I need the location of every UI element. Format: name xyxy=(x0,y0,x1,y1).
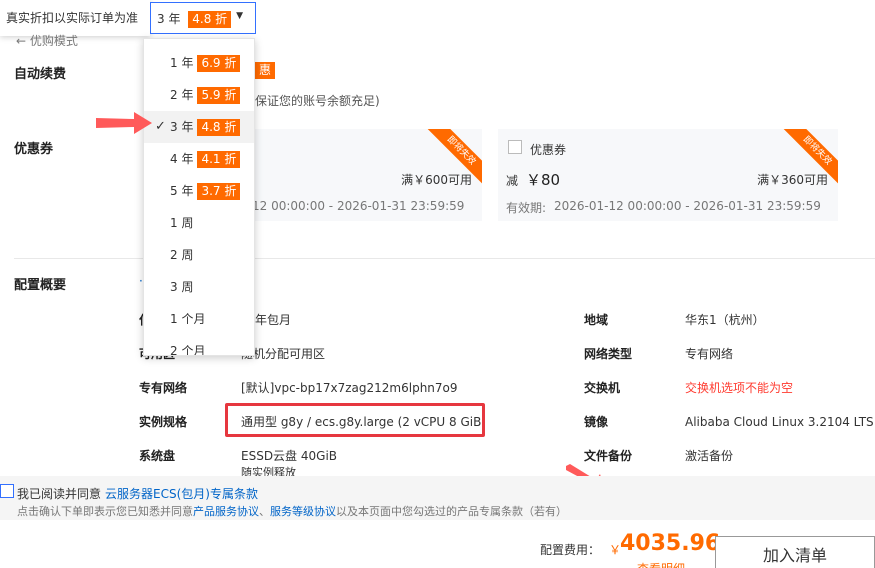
dropdown-item-label: 2 周 xyxy=(170,248,194,262)
coupon-card-2-validity: 2026-01-12 00:00:00 - 2026-01-31 23:59:5… xyxy=(554,199,821,213)
ecs-terms-link[interactable]: 云服务器ECS(包月)专属条款 xyxy=(105,487,258,501)
coupon-card-2-validity-label: 有效期: xyxy=(506,201,547,215)
dropdown-item[interactable]: 2 年 5.9 折 xyxy=(144,79,254,111)
service-agreement-link[interactable]: 产品服务协议 xyxy=(193,505,259,518)
dropdown-item-discount-badge: 6.9 折 xyxy=(197,55,241,72)
config-right-label: 交换机 xyxy=(584,381,621,395)
duration-select[interactable]: 3 年 4.8 折 ▼ xyxy=(150,2,256,34)
coupon-card-2-checkbox-label: 优惠券 xyxy=(530,143,567,157)
dropdown-item-label: 3 周 xyxy=(170,280,194,294)
config-right-value: 交换机选项不能为空 xyxy=(685,381,794,395)
config-right-value: 华东1（杭州） xyxy=(685,313,765,327)
config-right-value: 专有网络 xyxy=(685,347,734,361)
dropdown-item-label: 3 年 xyxy=(170,120,194,134)
auto-renew-hint: 保证您的账号余额充足) xyxy=(255,94,380,108)
select-discount-badge: 4.8 折 xyxy=(188,11,232,28)
price-detail-link[interactable]: 查看明细 xyxy=(637,560,685,568)
config-label: 配置概要 xyxy=(14,278,67,293)
coupon-card-2-condition: 满￥360可用 xyxy=(757,173,828,187)
config-right-label: 地域 xyxy=(584,313,609,327)
coupon-label: 优惠券 xyxy=(14,142,54,157)
dropdown-item-label: 1 周 xyxy=(170,216,194,230)
dropdown-item-label: 1 年 xyxy=(170,56,194,70)
arrow-left-icon: ← xyxy=(16,34,27,46)
coupon-card-1[interactable]: 即将失效 满￥600可用 12 00:00:00 - 2026-01-31 23… xyxy=(230,129,482,221)
tooltip-text: 真实折扣以实际订单为准 xyxy=(6,11,139,25)
config-left-label: 系统盘 xyxy=(139,449,176,463)
auto-renew-badge: 惠 xyxy=(255,62,276,79)
price-value: 4035.96 xyxy=(620,531,721,556)
duration-dropdown: 1 年 6.9 折2 年 5.9 折 ✓ 3 年 4.8 折4 年 4.1 折5 年 3.7 … xyxy=(143,38,255,356)
agreement-text: 我已阅读并同意 云服务器ECS(包月)专属条款 xyxy=(17,487,258,501)
config-left-value: ESSD云盘 40GiB xyxy=(241,449,338,463)
dropdown-item-label: 1 个月 xyxy=(170,312,206,326)
dropdown-item-discount-badge: 4.1 折 xyxy=(197,151,241,168)
dropdown-item[interactable]: ✓ 3 年 4.8 折 xyxy=(144,111,254,143)
check-icon: ✓ xyxy=(155,119,166,134)
auto-renew-label: 自动续费 xyxy=(14,67,67,82)
coupon-card-2-reduce: 减 xyxy=(506,174,519,188)
dropdown-item-label: 5 年 xyxy=(170,184,194,198)
coupon-checkbox[interactable] xyxy=(508,140,522,154)
dropdown-item[interactable]: 5 年 3.7 折 xyxy=(144,175,254,207)
select-years: 3 年 xyxy=(157,12,181,26)
config-left-label: 专有网络 xyxy=(139,381,188,395)
fee-label: 配置费用： xyxy=(540,543,601,557)
dropdown-item[interactable]: 1 周 xyxy=(144,207,254,239)
sla-link[interactable]: 服务等级协议 xyxy=(270,505,336,518)
dropdown-item[interactable]: 1 个月 xyxy=(144,303,254,335)
add-to-list-button[interactable]: 加入清单 xyxy=(715,536,875,568)
dropdown-item[interactable]: 3 周 xyxy=(144,271,254,303)
coupon-card-1-validity: 12 00:00:00 - 2026-01-31 23:59:59 xyxy=(252,199,465,213)
config-right-label: 文件备份 xyxy=(584,449,633,463)
dropdown-item[interactable]: 2 周 xyxy=(144,239,254,271)
dropdown-item[interactable]: 1 年 6.9 折 xyxy=(144,47,254,79)
coupon-card-2-amount: ￥80 xyxy=(526,171,561,189)
instance-spec-highlight xyxy=(225,403,485,437)
config-right-label: 镜像 xyxy=(584,415,609,429)
coupon-card-1-condition: 满￥600可用 xyxy=(401,173,472,187)
dropdown-item[interactable]: 2 个月 xyxy=(144,335,254,356)
agreement-checkbox[interactable] xyxy=(0,484,14,498)
dropdown-item-label: 2 个月 xyxy=(170,344,206,356)
discount-tooltip: 真实折扣以实际订单为准 xyxy=(0,0,150,36)
coupon-card-2[interactable]: 即将失效 优惠券 减 ￥80 满￥360可用 有效期: 2026-01-12 0… xyxy=(498,129,838,221)
dropdown-item-discount-badge: 3.7 折 xyxy=(197,183,241,200)
config-right-value: Alibaba Cloud Linux 3.2104 LTS 64位 xyxy=(685,415,875,429)
dropdown-item[interactable]: 4 年 4.1 折 xyxy=(144,143,254,175)
back-link[interactable]: ← 优购模式 xyxy=(16,32,78,46)
config-left-label: 实例规格 xyxy=(139,415,188,429)
config-left-value: 年包月 xyxy=(255,313,292,327)
dropdown-item-label: 4 年 xyxy=(170,152,194,166)
arrow-annotation-1 xyxy=(96,112,152,134)
dropdown-item-label: 2 年 xyxy=(170,88,194,102)
config-right-value: 激活备份 xyxy=(685,449,734,463)
dropdown-item-discount-badge: 4.8 折 xyxy=(197,119,241,136)
config-left-value: [默认]vpc-bp17x7zag212m6lphn7o9 xyxy=(241,381,458,395)
chevron-down-icon: ▼ xyxy=(236,11,243,21)
config-right-label: 网络类型 xyxy=(584,347,633,361)
agreement-note: 点击确认下单即表示您已知悉并同意产品服务协议、服务等级协议以及本页面中您勾选过的… xyxy=(17,505,567,518)
dropdown-item-discount-badge: 5.9 折 xyxy=(197,87,241,104)
